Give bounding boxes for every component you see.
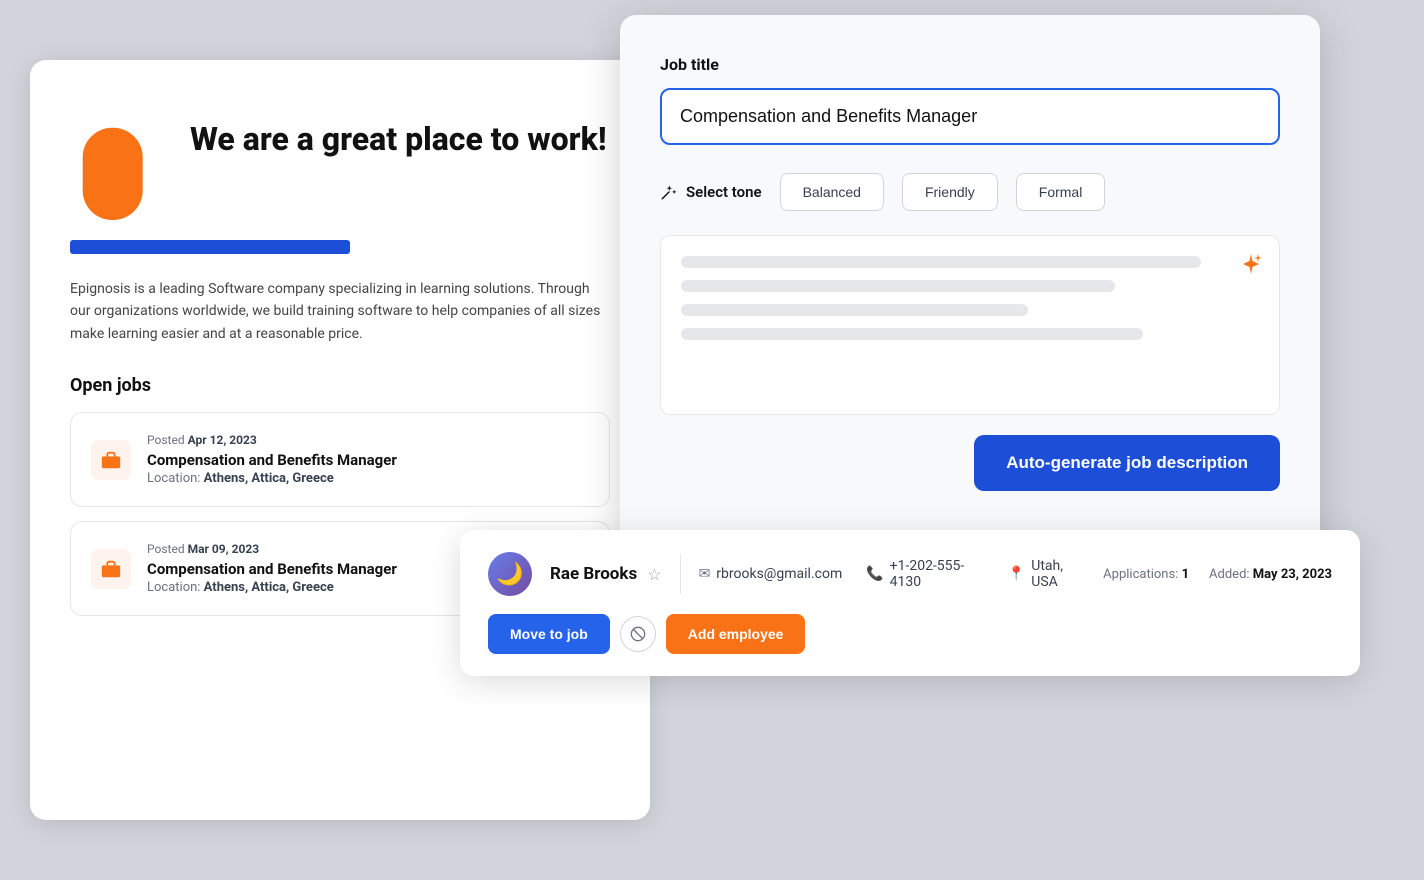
star-icon[interactable]: ☆ <box>647 565 661 584</box>
tone-friendly-btn[interactable]: Friendly <box>902 173 998 211</box>
candidate-stats: Applications: 1 Added: May 23, 2023 <box>1103 567 1332 582</box>
location-icon: 📍 <box>1008 566 1025 582</box>
description-area[interactable] <box>660 235 1280 415</box>
candidate-avatar: 🌙 <box>488 552 532 596</box>
divider-1 <box>680 554 681 594</box>
candidate-meta: ✉ rbrooks@gmail.com 📞 +1-202-555-4130 📍 … <box>699 558 1086 590</box>
company-card: We are a great place to work! Epignosis … <box>30 60 650 820</box>
job-title-input[interactable] <box>660 88 1280 145</box>
candidate-actions: Move to job Add employee <box>488 614 805 654</box>
briefcase-icon-2 <box>100 558 122 580</box>
job-card-1[interactable]: Posted Apr 12, 2023 Compensation and Ben… <box>70 412 610 507</box>
candidate-name-area: Rae Brooks ☆ <box>550 564 662 584</box>
skeleton-line-2 <box>681 280 1115 292</box>
skeleton-line-1 <box>681 256 1201 268</box>
job-description-modal: Job title Select tone Balanced Friendly … <box>620 15 1320 555</box>
skeleton-line-4 <box>681 328 1143 340</box>
tone-label: Select tone <box>660 183 762 201</box>
candidate-email: ✉ rbrooks@gmail.com <box>699 566 843 582</box>
sparkle-icon <box>1239 252 1263 282</box>
move-to-job-btn[interactable]: Move to job <box>488 614 610 654</box>
skeleton-line-3 <box>681 304 1028 316</box>
job-icon-1 <box>91 440 131 480</box>
job-title-label: Job title <box>660 55 1280 74</box>
tone-formal-btn[interactable]: Formal <box>1016 173 1106 211</box>
job-title-1: Compensation and Benefits Manager <box>147 451 589 469</box>
ban-icon <box>630 626 646 642</box>
magic-wand-icon <box>660 183 678 201</box>
tone-balanced-btn[interactable]: Balanced <box>780 173 884 211</box>
open-jobs-title: Open jobs <box>70 375 610 396</box>
candidate-location: 📍 Utah, USA <box>1008 558 1085 590</box>
disqualify-btn[interactable] <box>620 616 656 652</box>
add-employee-btn[interactable]: Add employee <box>666 614 806 654</box>
phone-icon: 📞 <box>866 566 883 582</box>
company-logo-area: We are a great place to work! <box>70 100 610 220</box>
candidate-name: Rae Brooks <box>550 564 637 584</box>
job-posted-1: Posted Apr 12, 2023 <box>147 433 589 447</box>
candidate-phone: 📞 +1-202-555-4130 <box>866 558 984 590</box>
company-description: Epignosis is a leading Software company … <box>70 278 610 345</box>
company-tagline: We are a great place to work! <box>190 100 607 158</box>
job-icon-2 <box>91 549 131 589</box>
briefcase-icon <box>100 449 122 471</box>
job-location-1: Location: Athens, Attica, Greece <box>147 471 589 486</box>
candidate-card: 🌙 Rae Brooks ☆ ✉ rbrooks@gmail.com 📞 +1-… <box>460 530 1360 676</box>
tone-section: Select tone Balanced Friendly Formal <box>660 173 1280 211</box>
job-details-1: Posted Apr 12, 2023 Compensation and Ben… <box>147 433 589 486</box>
added-stat: Added: May 23, 2023 <box>1209 567 1332 582</box>
company-logo <box>70 100 160 220</box>
blue-bar <box>70 240 350 254</box>
auto-generate-btn[interactable]: Auto-generate job description <box>974 435 1280 491</box>
applications-stat: Applications: 1 <box>1103 567 1189 582</box>
email-icon: ✉ <box>699 566 711 582</box>
